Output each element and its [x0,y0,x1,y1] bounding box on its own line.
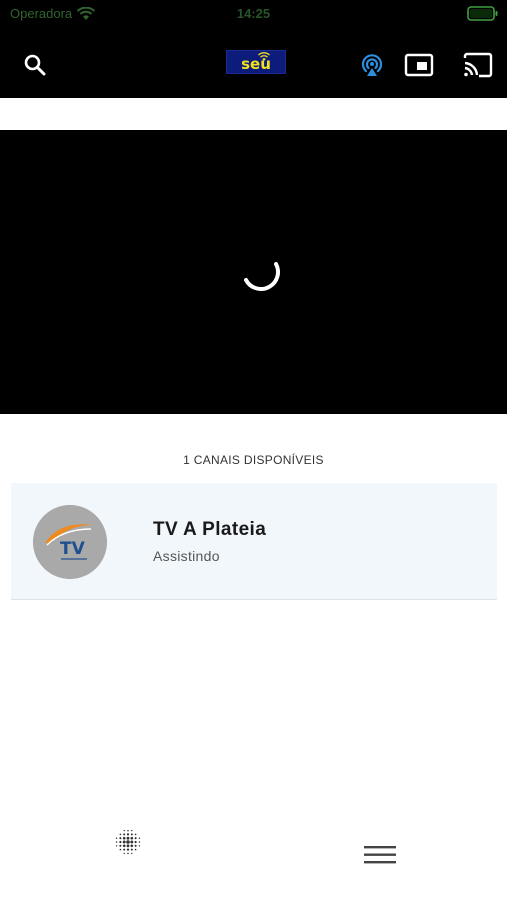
dot-grid-icon [115,829,141,855]
channels-count-label: 1 CANAIS DISPONÍVEIS [183,453,324,467]
cast-icon [463,52,493,78]
picture-in-picture-button[interactable] [400,48,438,82]
battery-icon [467,6,499,26]
channel-name: TV A Plateia [153,519,267,540]
airplay-button[interactable] [355,48,389,82]
dot-grid-button[interactable] [108,824,148,860]
status-time: 14:25 [236,6,271,21]
cast-button[interactable] [458,48,498,82]
app-logo: seu [226,50,286,74]
channel-logo-text: TV [60,539,86,559]
app-bar: seu [0,38,507,88]
channel-list-item[interactable]: TV TV A Plateia Assistindo [11,483,497,600]
airplay-icon [361,54,383,76]
bottom-nav [0,810,507,900]
search-icon [24,54,46,76]
logo-wifi-icon [258,52,270,61]
menu-button[interactable] [360,840,400,870]
app-root: Operadora 14:25 seu 1 CANAIS DISPONÍVEIS… [0,0,507,900]
header: Operadora 14:25 seu [0,0,507,98]
channel-logo: TV [33,505,107,579]
search-button[interactable] [18,50,52,80]
loading-spinner-icon [240,254,280,299]
picture-in-picture-icon [404,53,434,77]
channel-status: Assistindo [153,548,220,564]
status-bar: Operadora 14:25 [0,0,507,28]
hamburger-menu-icon [364,846,396,864]
